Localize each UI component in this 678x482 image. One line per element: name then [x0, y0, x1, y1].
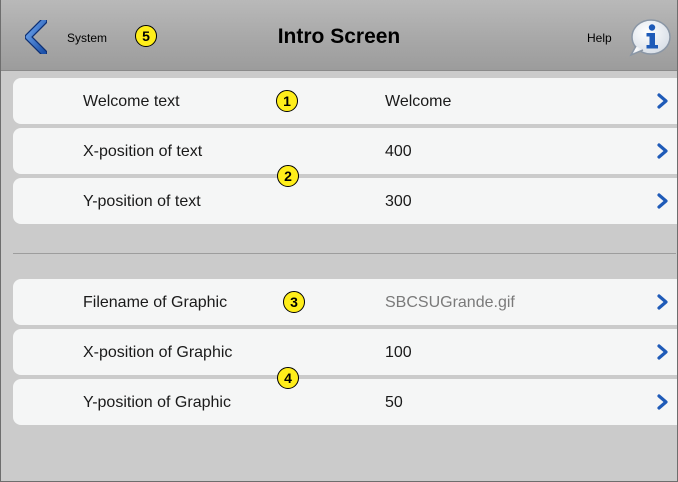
setting-row-x-position-of-text[interactable]: X-position of text 400 [13, 128, 677, 174]
setting-label: X-position of Graphic [83, 344, 233, 361]
chevron-right-icon [657, 193, 668, 209]
chevron-right-icon [657, 344, 668, 360]
setting-label: Y-position of Graphic [83, 394, 231, 411]
chevron-right-icon [657, 93, 668, 109]
setting-label: Welcome text [83, 93, 180, 110]
setting-row-filename-of-graphic[interactable]: Filename of Graphic SBCSUGrande.gif [13, 279, 677, 325]
page-title: Intro Screen [277, 25, 401, 48]
section-divider [13, 253, 676, 254]
header-bar: System 5 Intro Screen Help [1, 0, 677, 71]
setting-row-x-position-of-graphic[interactable]: X-position of Graphic 100 [13, 329, 677, 375]
setting-label: Filename of Graphic [83, 294, 228, 311]
setting-row-welcome-text[interactable]: Welcome text Welcome [13, 78, 677, 124]
setting-value: 50 [385, 394, 403, 411]
info-icon[interactable] [628, 18, 672, 58]
setting-value: 300 [385, 193, 412, 210]
setting-row-y-position-of-graphic[interactable]: Y-position of Graphic 50 [13, 379, 677, 425]
setting-value: 100 [385, 344, 412, 361]
help-button-label[interactable]: Help [587, 31, 612, 45]
chevron-right-icon [657, 143, 668, 159]
callout-badge: 4 [277, 367, 299, 389]
chevron-right-icon [657, 294, 668, 310]
setting-value: SBCSUGrande.gif [385, 294, 515, 311]
setting-label: Y-position of text [83, 193, 201, 210]
intro-screen: System 5 Intro Screen Help Welcome text … [0, 0, 678, 482]
callout-badge: 3 [283, 291, 305, 313]
callout-badge: 2 [277, 165, 299, 187]
callout-badge: 1 [276, 90, 298, 112]
chevron-right-icon [657, 394, 668, 410]
setting-value: 400 [385, 143, 412, 160]
setting-row-y-position-of-text[interactable]: Y-position of text 300 [13, 178, 677, 224]
setting-label: X-position of text [83, 143, 203, 160]
setting-value: Welcome [385, 93, 452, 110]
